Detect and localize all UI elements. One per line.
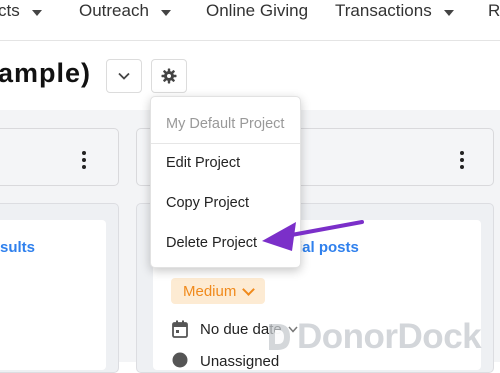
arrow-annotation-icon: [262, 220, 364, 251]
